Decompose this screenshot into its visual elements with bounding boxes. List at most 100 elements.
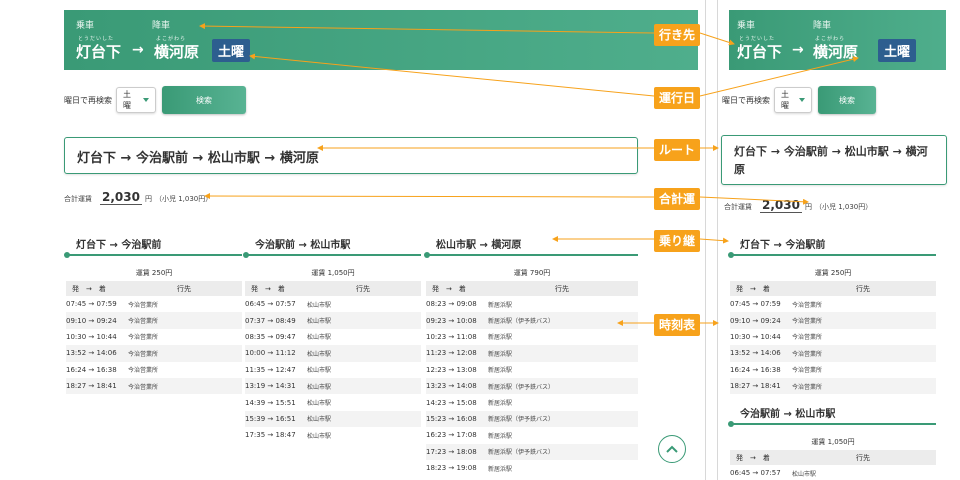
departure-arrival-time: 06:45 → 07:57 xyxy=(245,300,296,309)
destination: 新居浜駅（伊予鉄バス） xyxy=(488,383,555,391)
departure-arrival-time: 10:30 → 10:44 xyxy=(66,332,117,341)
timetable-row: 13:52 → 14:06 今治営業所 xyxy=(66,345,242,362)
destination: 今治営業所 xyxy=(792,301,823,309)
route-summary: 灯台下 → 今治駅前 → 松山市駅 → 横河原 xyxy=(64,137,638,174)
segment-fare: 運賃 250円 xyxy=(135,269,173,277)
destination: 松山市駅 xyxy=(307,367,332,375)
total-fare: 合計運賃 2,030 円 （小児 1,030円） xyxy=(64,190,212,205)
timetable-row: 18:27 → 18:41 今治営業所 xyxy=(730,377,936,395)
from-station: 灯台下 xyxy=(76,43,122,61)
to-station: 横河原 xyxy=(813,43,859,61)
departure-arrival-time: 10:30 → 10:44 xyxy=(730,332,781,341)
segment-divider xyxy=(64,252,242,258)
route-header: 乗車 降車 とうだいした 灯台下 → よこがわら 横河原 土曜 xyxy=(64,10,698,70)
total-fare-amount: 2,030 xyxy=(760,198,802,213)
from-station: 灯台下 xyxy=(737,43,783,61)
destination: 今治営業所 xyxy=(128,367,159,375)
departure-arrival-time: 09:23 → 10:08 xyxy=(426,316,477,325)
destination: 今治営業所 xyxy=(792,350,823,358)
timetable-row: 10:00 → 11:12 松山市駅 xyxy=(245,345,421,362)
timetable-row: 11:35 → 12:47 松山市駅 xyxy=(245,362,421,378)
timetable-row: 16:24 → 16:38 今治営業所 xyxy=(66,362,242,378)
board-label: 乗車 xyxy=(76,21,95,31)
departure-arrival-time: 16:24 → 16:38 xyxy=(730,365,781,374)
timetable-row: 13:23 → 14:08 新居浜駅（伊予鉄バス） xyxy=(426,377,638,395)
destination: 新居浜駅 xyxy=(488,350,513,358)
col-dest: 行先 xyxy=(356,284,370,293)
chevron-up-icon xyxy=(666,445,678,453)
alight-label: 降車 xyxy=(152,21,171,31)
day-select[interactable]: 土曜 xyxy=(774,87,812,113)
wide-layout-panel: 乗車 降車 とうだいした 灯台下 → よこがわら 横河原 土曜 曜日で再検索 土… xyxy=(58,0,706,480)
search-button[interactable]: 検索 xyxy=(162,86,246,114)
timetable-row: 16:24 → 16:38 今治営業所 xyxy=(730,362,936,378)
departure-arrival-time: 10:00 → 11:12 xyxy=(245,349,296,358)
departure-arrival-time: 18:27 → 18:41 xyxy=(730,382,781,391)
timetable-body: 06:45 → 07:57 松山市駅 07:37 → 08:49 松山市駅 08:35 … xyxy=(245,296,421,444)
destination: 新居浜駅（伊予鉄バス） xyxy=(488,449,555,457)
day-search-row: 曜日で再検索 土曜 検索 xyxy=(722,86,876,114)
timetable-row: 09:23 → 10:08 新居浜駅（伊予鉄バス） xyxy=(426,312,638,329)
timetable-header: 発 → 着 行先 xyxy=(66,281,242,296)
timetable-body: 08:23 → 09:08 新居浜駅 09:23 → 10:08 新居浜駅（伊予鉄バス… xyxy=(426,296,638,476)
transfer-segment-1: 灯台下 → 今治駅前 運賃 250円 発 → 着 行先 07:45 → 07:5… xyxy=(728,236,936,395)
segment-title: 今治駅前 → 松山市駅 xyxy=(740,409,836,420)
departure-arrival-time: 06:45 → 07:57 xyxy=(730,469,781,478)
segment-divider xyxy=(728,252,936,258)
day-select[interactable]: 土曜 xyxy=(116,87,156,113)
search-button[interactable]: 検索 xyxy=(818,86,876,114)
segment-fare: 運賃 1,050円 xyxy=(311,269,355,277)
timetable-row: 13:52 → 14:06 今治営業所 xyxy=(730,345,936,362)
segment-title: 灯台下 → 今治駅前 xyxy=(76,240,162,251)
operating-day-badge: 土曜 xyxy=(878,39,917,62)
departure-arrival-time: 11:35 → 12:47 xyxy=(245,365,296,374)
timetable-row: 10:23 → 11:08 新居浜駅 xyxy=(426,329,638,345)
col-dest: 行先 xyxy=(555,284,569,293)
timetable-row: 15:23 → 16:08 新居浜駅（伊予鉄バス） xyxy=(426,410,638,428)
col-times: 発 → 着 xyxy=(736,453,770,462)
departure-arrival-time: 17:23 → 18:08 xyxy=(426,447,477,456)
alight-label: 降車 xyxy=(813,21,832,31)
departure-arrival-time: 18:23 → 19:08 xyxy=(426,464,477,473)
callout-operating-day: 運行日 xyxy=(654,87,700,109)
departure-arrival-time: 15:23 → 16:08 xyxy=(426,414,477,423)
callout-timetable: 時刻表 xyxy=(654,314,700,336)
timetable-row: 15:39 → 16:51 松山市駅 xyxy=(245,410,421,428)
callout-total-fare: 合計運賃 xyxy=(654,188,700,228)
timetable-body: 07:45 → 07:59 今治営業所 09:10 → 09:24 今治営業所 10:3… xyxy=(730,296,936,395)
departure-arrival-time: 07:45 → 07:59 xyxy=(730,300,781,309)
col-times: 発 → 着 xyxy=(432,284,466,293)
col-times: 発 → 着 xyxy=(72,284,106,293)
timetable-row: 10:30 → 10:44 今治営業所 xyxy=(66,329,242,345)
destination: 新居浜駅（伊予鉄バス） xyxy=(488,318,555,326)
destination: 今治営業所 xyxy=(128,350,159,358)
destination: 今治営業所 xyxy=(792,367,823,375)
destination: 今治営業所 xyxy=(792,318,823,326)
departure-arrival-time: 18:27 → 18:41 xyxy=(66,382,117,391)
total-fare-label: 合計運賃 xyxy=(724,203,752,211)
departure-arrival-time: 16:23 → 17:08 xyxy=(426,431,477,440)
departure-arrival-time: 08:35 → 09:47 xyxy=(245,332,296,341)
day-select-value: 土曜 xyxy=(123,90,131,110)
segment-title: 今治駅前 → 松山市駅 xyxy=(255,240,351,251)
scroll-top-button[interactable] xyxy=(658,435,686,463)
day-search-label: 曜日で再検索 xyxy=(64,95,112,105)
timetable-row: 14:23 → 15:08 新居浜駅 xyxy=(426,394,638,410)
route-header: 乗車 降車 とうだいした 灯台下 → よこがわら 横河原 土曜 xyxy=(729,10,946,70)
departure-arrival-time: 10:23 → 11:08 xyxy=(426,332,477,341)
timetable-row: 16:23 → 17:08 新居浜駅 xyxy=(426,427,638,443)
timetable-row: 06:45 → 07:57 松山市駅 xyxy=(730,465,936,480)
departure-arrival-time: 09:10 → 09:24 xyxy=(66,316,117,325)
departure-arrival-time: 13:52 → 14:06 xyxy=(66,349,117,358)
destination: 松山市駅 xyxy=(307,301,332,309)
callout-transfer: 乗り継ぎ xyxy=(654,230,700,270)
timetable-row: 08:23 → 09:08 新居浜駅 xyxy=(426,296,638,312)
timetable-row: 13:19 → 14:31 松山市駅 xyxy=(245,377,421,395)
departure-arrival-time: 11:23 → 12:08 xyxy=(426,349,477,358)
col-dest: 行先 xyxy=(177,284,191,293)
destination: 松山市駅 xyxy=(307,416,332,424)
callout-destination: 行き先 xyxy=(654,24,700,46)
day-search-row: 曜日で再検索 土曜 検索 xyxy=(64,86,246,114)
timetable-row: 14:39 → 15:51 松山市駅 xyxy=(245,394,421,410)
departure-arrival-time: 16:24 → 16:38 xyxy=(66,365,117,374)
